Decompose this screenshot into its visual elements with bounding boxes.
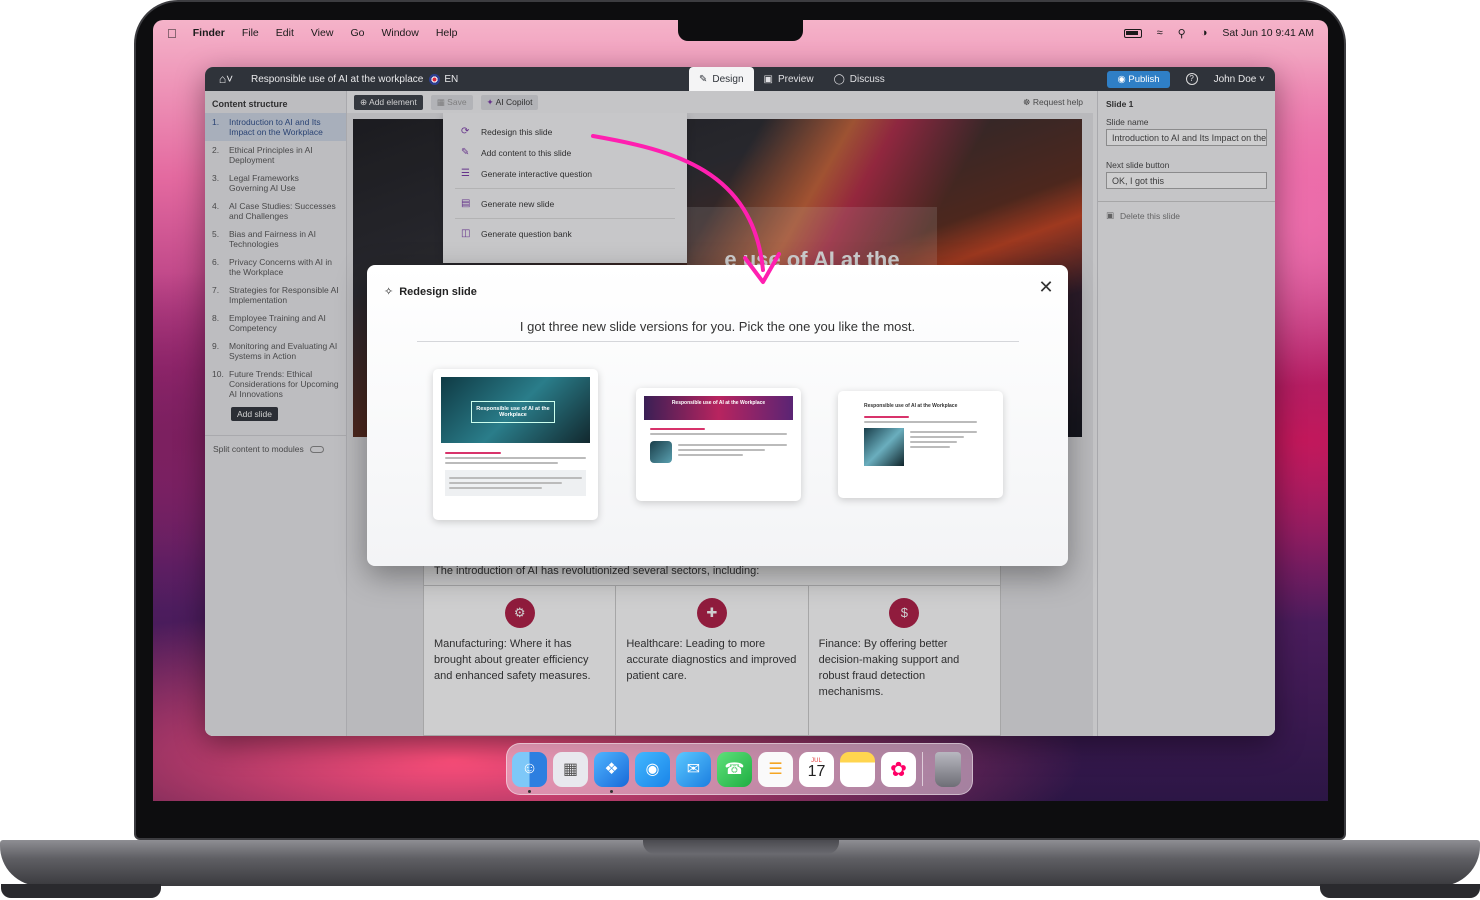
publish-icon: ◉ (1117, 73, 1126, 85)
app-top-bar: ⌂˅ Responsible use of AI at the workplac… (205, 67, 1275, 91)
calendar-day: 17 (807, 763, 826, 780)
version-2-image (650, 441, 672, 463)
apple-icon[interactable]:  (167, 26, 177, 41)
tab-design-label: Design (712, 73, 744, 85)
version-line (449, 487, 543, 489)
version-3-body (846, 409, 995, 470)
reminders-icon[interactable]: ☰ (758, 751, 793, 787)
modal-title-text: Redesign slide (399, 285, 477, 298)
tab-discuss[interactable]: ◯ Discuss (824, 67, 895, 91)
menu-file[interactable]: File (242, 27, 259, 39)
mail-icon[interactable]: ✉ (676, 751, 711, 787)
version-line (445, 457, 586, 459)
version-2-lines (678, 441, 787, 463)
version-2-hero: Responsible use of AI at the Workplace (644, 396, 793, 420)
version-line (678, 444, 787, 446)
version-line (650, 433, 787, 435)
top-bar-actions: ◉ Publish ? John Doe ˅ (1107, 67, 1265, 91)
safari-icon[interactable]: ❖ (594, 751, 629, 793)
version-line (864, 421, 977, 423)
version-line (445, 452, 502, 454)
preview-icon: ▣ (763, 73, 773, 85)
redesign-slide-modal: ✧ Redesign slide ✕ I got three new slide… (367, 265, 1068, 566)
tab-design[interactable]: ✎ Design (689, 67, 754, 91)
version-line (449, 477, 582, 479)
slide-version-2[interactable]: Responsible use of AI at the Workplace (636, 388, 801, 501)
camera-notch (678, 20, 803, 41)
version-1-title: Responsible use of AI at the Workplace (471, 401, 555, 423)
menu-finder[interactable]: Finder (193, 27, 225, 39)
version-1-box (445, 470, 586, 496)
version-3-lines (910, 428, 977, 466)
slide-version-3[interactable]: Responsible use of AI at the Workplace (838, 391, 1003, 498)
modal-title: ✧ Redesign slide (384, 285, 477, 299)
version-1-body (441, 443, 590, 502)
version-2-body (644, 420, 793, 468)
version-1-hero: Responsible use of AI at the Workplace (441, 377, 590, 443)
version-2-title: Responsible use of AI at the Workplace (671, 400, 766, 406)
tab-preview-label: Preview (777, 73, 814, 85)
version-2-row (650, 441, 787, 463)
screen:  Finder File Edit View Go Window Help ≈… (153, 20, 1328, 801)
menu-help[interactable]: Help (436, 27, 458, 39)
laptop-foot-right (1320, 884, 1480, 898)
clock[interactable]: Sat Jun 10 9:41 AM (1222, 27, 1314, 39)
help-icon[interactable]: ? (1185, 73, 1198, 85)
user-menu[interactable]: John Doe ˅ (1214, 74, 1265, 85)
calendar-icon[interactable]: JUL 17 (799, 751, 834, 787)
trash-icon[interactable] (935, 751, 961, 787)
version-line (864, 416, 910, 418)
version-line (678, 454, 744, 456)
slide-version-1[interactable]: Responsible use of AI at the Workplace (433, 369, 598, 520)
tab-discuss-label: Discuss (849, 73, 885, 85)
edit-icon: ✎ (699, 73, 708, 85)
version-line (678, 449, 766, 451)
dock: ☺ ▦ ❖ ◉ ✉ ☎ ☰ JUL 17 ✿ (506, 743, 973, 795)
menu-edit[interactable]: Edit (276, 27, 294, 39)
dock-separator (922, 752, 923, 786)
language-selector[interactable]: EN (429, 73, 459, 85)
language-code: EN (444, 73, 459, 85)
menu-go[interactable]: Go (350, 27, 364, 39)
version-line (449, 482, 563, 484)
control-center-icon[interactable]: ◑ (1201, 27, 1208, 39)
finder-icon[interactable]: ☺ (512, 751, 547, 793)
laptop-base-groove (643, 840, 839, 854)
close-icon[interactable]: ✕ (1036, 277, 1056, 297)
sparkle-icon: ✧ (384, 286, 394, 298)
uk-flag-icon (429, 73, 441, 85)
chat-icon: ◯ (833, 73, 845, 85)
publish-button[interactable]: ◉ Publish (1107, 70, 1170, 88)
course-title: Responsible use of AI at the workplace (251, 73, 424, 85)
version-line (910, 431, 977, 433)
version-line (910, 446, 951, 448)
modal-message: I got three new slide versions for you. … (519, 319, 916, 334)
photos-icon[interactable]: ✿ (881, 751, 916, 787)
user-name: John Doe (1213, 73, 1257, 85)
tab-preview[interactable]: ▣ Preview (754, 67, 824, 91)
version-3-row (864, 428, 977, 466)
publish-label: Publish (1128, 73, 1160, 85)
search-icon[interactable]: ⚲ (1178, 27, 1186, 40)
messages-icon[interactable]: ◉ (635, 751, 670, 787)
home-icon[interactable]: ⌂˅ (211, 72, 241, 86)
version-line (445, 462, 558, 464)
version-line (910, 441, 957, 443)
facetime-icon[interactable]: ☎ (717, 751, 752, 787)
mode-tabs: ✎ Design ▣ Preview ◯ Discuss (689, 67, 895, 91)
launchpad-icon[interactable]: ▦ (553, 751, 588, 787)
version-line (910, 436, 964, 438)
menu-view[interactable]: View (311, 27, 334, 39)
wifi-icon[interactable]: ≈ (1157, 27, 1163, 39)
menu-window[interactable]: Window (381, 27, 418, 39)
battery-icon[interactable] (1123, 28, 1142, 38)
chevron-down-icon: ˅ (1259, 73, 1265, 85)
menu-bar-status: ≈ ⚲ ◑ Sat Jun 10 9:41 AM (1123, 27, 1314, 40)
notes-icon[interactable] (840, 751, 875, 787)
version-3-image (864, 428, 904, 466)
modal-divider (417, 341, 1019, 342)
version-line (650, 428, 705, 430)
laptop-foot-left (1, 884, 161, 898)
